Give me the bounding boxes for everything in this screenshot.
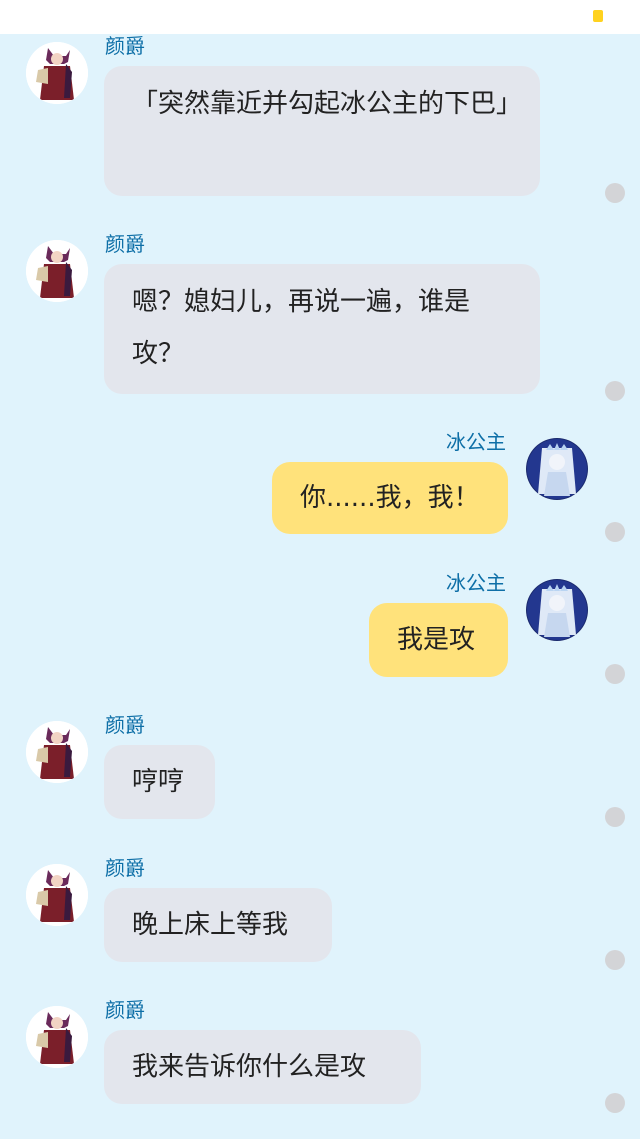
- character-avatar-red-robe-icon: [26, 240, 88, 302]
- top-bar: [0, 0, 640, 34]
- sender-avatar[interactable]: [26, 864, 88, 926]
- message-bubble[interactable]: 我来告诉你什么是攻: [104, 1030, 421, 1104]
- message-status-icon: [605, 950, 625, 970]
- message-status-icon: [605, 381, 625, 401]
- notification-badge-icon: [593, 10, 603, 22]
- message-status-icon: [605, 664, 625, 684]
- sender-avatar[interactable]: [526, 438, 588, 500]
- character-avatar-ice-princess-icon: [526, 438, 588, 500]
- sender-name: 颜爵: [105, 34, 145, 58]
- message-bubble[interactable]: 晚上床上等我: [104, 888, 332, 962]
- sender-avatar[interactable]: [526, 579, 588, 641]
- message-bubble[interactable]: 哼哼: [104, 745, 215, 819]
- message-bubble[interactable]: 嗯？媳妇儿，再说一遍，谁是攻？: [104, 264, 540, 394]
- message-status-icon: [605, 807, 625, 827]
- character-avatar-red-robe-icon: [26, 864, 88, 926]
- sender-name: 颜爵: [105, 856, 145, 880]
- sender-name: 颜爵: [105, 713, 145, 737]
- chat-screen: 颜爵 「突然靠近并勾起冰公主的下巴」 颜爵 嗯？媳妇儿，再说一遍，谁是攻？ 冰公…: [0, 0, 640, 1139]
- sender-name: 颜爵: [105, 998, 145, 1022]
- sender-avatar[interactable]: [26, 42, 88, 104]
- character-avatar-ice-princess-icon: [526, 579, 588, 641]
- message-bubble[interactable]: 「突然靠近并勾起冰公主的下巴」: [104, 66, 540, 196]
- message-bubble[interactable]: 你......我，我！: [272, 462, 508, 534]
- character-avatar-red-robe-icon: [26, 1006, 88, 1068]
- message-status-icon: [605, 183, 625, 203]
- sender-name: 冰公主: [446, 571, 506, 595]
- sender-avatar[interactable]: [26, 1006, 88, 1068]
- sender-avatar[interactable]: [26, 240, 88, 302]
- sender-name: 冰公主: [446, 430, 506, 454]
- character-avatar-red-robe-icon: [26, 721, 88, 783]
- sender-avatar[interactable]: [26, 721, 88, 783]
- message-status-icon: [605, 522, 625, 542]
- character-avatar-red-robe-icon: [26, 42, 88, 104]
- message-bubble[interactable]: 我是攻: [369, 603, 508, 677]
- sender-name: 颜爵: [105, 232, 145, 256]
- message-status-icon: [605, 1093, 625, 1113]
